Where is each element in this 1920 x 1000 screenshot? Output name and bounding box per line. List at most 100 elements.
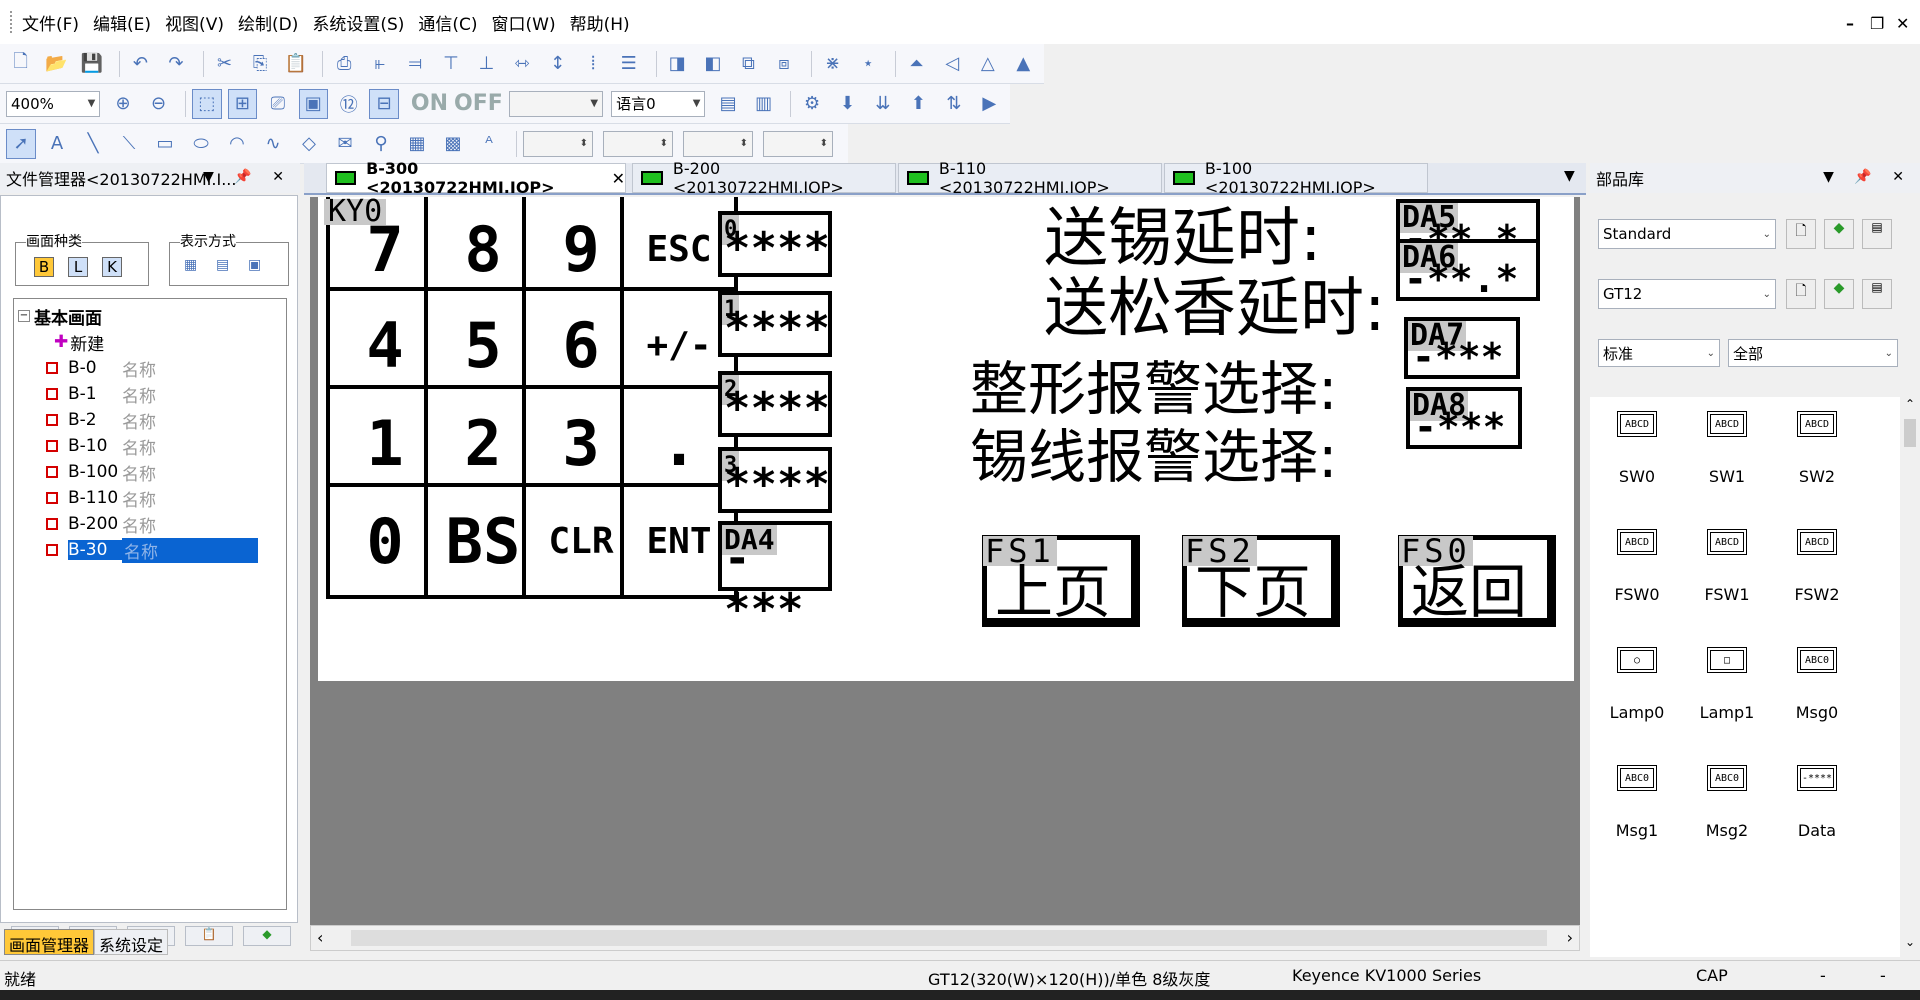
zoom-out-icon[interactable]: ⊖	[144, 89, 173, 119]
model-select[interactable]: GT12 ⌄	[1598, 279, 1776, 309]
grid-toggle-icon[interactable]: ⊞	[227, 88, 258, 119]
tab-b-300[interactable]: B-300 <20130722HMI.IOP> ✕	[326, 159, 626, 197]
collapse-icon[interactable]: −	[18, 310, 30, 322]
language-select[interactable]: 语言0 ▼	[611, 90, 706, 117]
tree-item[interactable]: B-110 名称	[46, 485, 156, 511]
list-view-icon[interactable]: ▤	[216, 257, 229, 273]
save-icon[interactable]: 💾	[77, 49, 107, 79]
group-icon[interactable]: ⧉	[734, 49, 764, 79]
x-spin[interactable]: ⬍	[523, 130, 593, 157]
part-item[interactable]: ABC0 Msg2	[1684, 765, 1770, 840]
copy-icon[interactable]: ⎘	[245, 49, 275, 79]
part-item[interactable]: -**** Data	[1774, 765, 1860, 840]
cut-icon[interactable]: ✂	[210, 49, 240, 79]
polygon-tool-icon[interactable]: ◇	[294, 129, 324, 159]
bitmap-tool-icon[interactable]: ▦	[402, 129, 432, 159]
entry-field[interactable]: 0 ****	[718, 211, 832, 277]
screen-type-b-button[interactable]: B	[34, 257, 54, 277]
part-item[interactable]: □ Lamp1	[1684, 647, 1770, 722]
select-area-icon[interactable]: ⬚	[192, 88, 222, 119]
part-item[interactable]: ABCD FSW2	[1774, 529, 1860, 604]
pane-buttons[interactable]: ▼ 📌 ✕	[1823, 169, 1912, 185]
align-center-h-icon[interactable]: ⇿	[507, 49, 537, 79]
bring-front-icon[interactable]: ◨	[663, 49, 693, 79]
download-all-icon[interactable]: ⇊	[868, 89, 897, 119]
hmi-screen-canvas[interactable]: KY0 7 8 9 ESC 4 5 6 +/- 1 2 3. 0 BS CLR ENT 0 **** 1 ****…	[318, 197, 1574, 681]
y-spin[interactable]: ⬍	[603, 130, 673, 157]
pane-buttons[interactable]: ▼ 📌 ✕	[203, 169, 292, 185]
send-back-icon[interactable]: ◧	[698, 49, 728, 79]
delete-part-icon[interactable]: ◆	[1824, 219, 1854, 249]
scroll-thumb[interactable]	[1904, 419, 1916, 447]
close-button[interactable]: ✕	[1896, 14, 1909, 33]
on-state-label[interactable]: ON	[411, 91, 448, 116]
thumb-view-icon[interactable]: ▣	[248, 257, 261, 273]
tab-b-110[interactable]: B-110 <20130722HMI.IOP>	[898, 159, 1162, 197]
screen-type-k-button[interactable]: K	[102, 257, 122, 277]
align-right-icon[interactable]: ⫤	[401, 49, 431, 79]
new-model-part-icon[interactable]: 🗋	[1786, 279, 1816, 309]
scroll-left-icon[interactable]: ‹	[317, 928, 323, 947]
menu-window[interactable]: 窗口(W)	[492, 10, 556, 35]
text-table-icon[interactable]: ▤	[713, 89, 742, 119]
menu-file[interactable]: 文件(F)	[22, 10, 79, 35]
open-folder-icon[interactable]: 📂	[42, 49, 72, 79]
tree-item[interactable]: B-30 名称	[46, 537, 258, 563]
menu-edit[interactable]: 编辑(E)	[93, 10, 151, 35]
number-icon[interactable]: ⑫	[334, 89, 363, 119]
menu-view[interactable]: 视图(V)	[165, 10, 224, 35]
menu-draw[interactable]: 绘制(D)	[238, 10, 298, 35]
curve-tool-icon[interactable]: ∿	[258, 129, 288, 159]
tab-b-200[interactable]: B-200 <20130722HMI.IOP>	[632, 159, 896, 197]
distribute-h-icon[interactable]: ⦙	[578, 49, 608, 79]
scroll-thumb[interactable]	[351, 930, 1547, 946]
align-left-icon[interactable]: ⫦	[365, 49, 395, 79]
model-part-property-icon[interactable]: ▤	[1862, 279, 1892, 309]
part-item[interactable]: ABCD SW1	[1684, 411, 1770, 486]
function-button[interactable]: FS1 上页	[982, 535, 1140, 627]
part-item[interactable]: ABCD FSW1	[1684, 529, 1770, 604]
tree-item[interactable]: B-2 名称	[46, 407, 156, 433]
tree-item[interactable]: B-1 名称	[46, 381, 156, 407]
tree-item[interactable]: B-100 名称	[46, 459, 156, 485]
paste-icon[interactable]: 📋	[281, 49, 311, 79]
transfer-icon[interactable]: ⇅	[939, 89, 968, 119]
close-tab-icon[interactable]: ✕	[612, 169, 625, 188]
off-state-label[interactable]: OFF	[454, 91, 503, 116]
ungroup-icon[interactable]: ⧈	[769, 49, 799, 79]
tree-root[interactable]: − 基本画面	[18, 303, 102, 329]
new-file-icon[interactable]: 🗋	[6, 49, 36, 79]
menu-communication[interactable]: 通信(C)	[418, 10, 477, 35]
text-edit-icon[interactable]: ▥	[749, 89, 778, 119]
align-top-icon[interactable]: ⊤	[436, 49, 466, 79]
row-value-field[interactable]: DA7 -***	[1404, 317, 1520, 379]
frame-icon[interactable]: ▣	[298, 88, 329, 119]
zoom-select[interactable]: 400% ▼	[6, 90, 101, 117]
category-select[interactable]: 标准 ⌄	[1598, 339, 1720, 367]
undo-icon[interactable]: ↶	[126, 49, 156, 79]
horizontal-scrollbar[interactable]: ‹ ›	[310, 925, 1580, 951]
rotate-left-icon[interactable]: △	[973, 49, 1003, 79]
restore-button[interactable]: ❐	[1870, 14, 1884, 33]
preview-icon[interactable]: ⎚	[263, 89, 292, 119]
simulate-icon[interactable]: ▶	[975, 89, 1004, 119]
part-item[interactable]: ABCD FSW0	[1594, 529, 1680, 604]
text-tool-icon[interactable]: A	[42, 129, 72, 159]
arc-tool-icon[interactable]: ◠	[222, 129, 252, 159]
screen-type-l-button[interactable]: L	[68, 257, 88, 277]
pointer-icon[interactable]: ➚	[6, 128, 36, 159]
grid-icon[interactable]: ⋇	[818, 49, 848, 79]
delete-model-part-icon[interactable]: ◆	[1824, 279, 1854, 309]
print-icon[interactable]: ⎙	[329, 49, 359, 79]
tab-b-100[interactable]: B-100 <20130722HMI.IOP>	[1164, 159, 1428, 197]
grid-view-icon[interactable]: ▦	[184, 257, 197, 273]
row-value-field[interactable]: DA6 -**.*	[1396, 239, 1540, 301]
scroll-down-icon[interactable]: ⌄	[1905, 935, 1915, 949]
width-spin[interactable]: ⬍	[683, 130, 753, 157]
tree-item[interactable]: B-10 名称	[46, 433, 156, 459]
part-item[interactable]: ABCD SW0	[1594, 411, 1680, 486]
flip-v-icon[interactable]: ⏶	[902, 49, 932, 79]
tab-system-settings[interactable]: 系统设定	[94, 929, 169, 955]
align-center-v-icon[interactable]: ↕	[543, 49, 573, 79]
style-select[interactable]: Standard ⌄	[1598, 219, 1776, 249]
